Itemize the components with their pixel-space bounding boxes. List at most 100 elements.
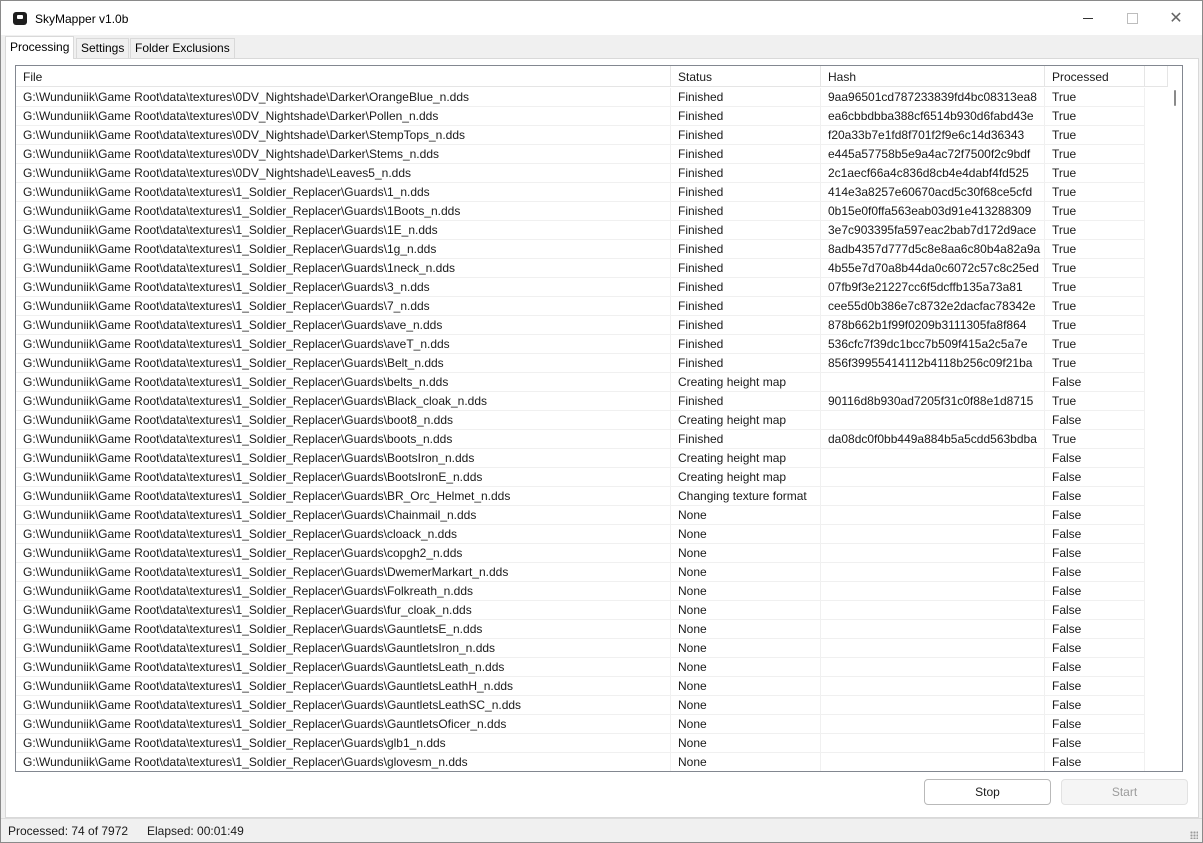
file-cell: G:\Wunduniik\Game Root\data\textures\0DV… [16, 145, 671, 164]
table-row[interactable]: G:\Wunduniik\Game Root\data\textures\1_S… [16, 468, 1168, 487]
table-row[interactable]: G:\Wunduniik\Game Root\data\textures\1_S… [16, 658, 1168, 677]
processed-cell: False [1045, 487, 1145, 506]
hash-cell [821, 715, 1045, 734]
tab-folder-exclusions[interactable]: Folder Exclusions [130, 38, 235, 58]
processed-cell: False [1045, 696, 1145, 715]
file-cell: G:\Wunduniik\Game Root\data\textures\1_S… [16, 183, 671, 202]
column-header-status[interactable]: Status [671, 66, 821, 87]
hash-cell: 07fb9f3e21227cc6f5dcffb135a73a81 [821, 278, 1045, 297]
start-button[interactable]: Start [1061, 779, 1188, 805]
column-header-hash[interactable]: Hash [821, 66, 1045, 87]
hash-cell [821, 639, 1045, 658]
table-row[interactable]: G:\Wunduniik\Game Root\data\textures\1_S… [16, 525, 1168, 544]
hash-cell [821, 525, 1045, 544]
table-row[interactable]: G:\Wunduniik\Game Root\data\textures\1_S… [16, 392, 1168, 411]
processed-cell: True [1045, 240, 1145, 259]
table-row[interactable]: G:\Wunduniik\Game Root\data\textures\1_S… [16, 677, 1168, 696]
status-cell: Finished [671, 316, 821, 335]
app-window: SkyMapper v1.0b ✕ Processing Settings Fo… [0, 0, 1203, 843]
table-row[interactable]: G:\Wunduniik\Game Root\data\textures\1_S… [16, 715, 1168, 734]
table-row[interactable]: G:\Wunduniik\Game Root\data\textures\1_S… [16, 487, 1168, 506]
table-row[interactable]: G:\Wunduniik\Game Root\data\textures\1_S… [16, 183, 1168, 202]
processed-cell: False [1045, 658, 1145, 677]
hash-cell [821, 582, 1045, 601]
table-row[interactable]: G:\Wunduniik\Game Root\data\textures\1_S… [16, 582, 1168, 601]
column-header-processed[interactable]: Processed [1045, 66, 1145, 87]
table-row[interactable]: G:\Wunduniik\Game Root\data\textures\1_S… [16, 563, 1168, 582]
processed-cell: False [1045, 449, 1145, 468]
file-cell: G:\Wunduniik\Game Root\data\textures\1_S… [16, 411, 671, 430]
table-row[interactable]: G:\Wunduniik\Game Root\data\textures\1_S… [16, 221, 1168, 240]
file-cell: G:\Wunduniik\Game Root\data\textures\1_S… [16, 221, 671, 240]
status-cell: None [671, 715, 821, 734]
file-cell: G:\Wunduniik\Game Root\data\textures\1_S… [16, 525, 671, 544]
table-row[interactable]: G:\Wunduniik\Game Root\data\textures\1_S… [16, 297, 1168, 316]
hash-cell: 2c1aecf66a4c836d8cb4e4dabf4fd525 [821, 164, 1045, 183]
status-cell: None [671, 658, 821, 677]
processed-cell: True [1045, 316, 1145, 335]
table-row[interactable]: G:\Wunduniik\Game Root\data\textures\0DV… [16, 88, 1168, 107]
stop-button[interactable]: Stop [924, 779, 1051, 805]
file-cell: G:\Wunduniik\Game Root\data\textures\1_S… [16, 620, 671, 639]
scrollbar-thumb[interactable] [1174, 90, 1176, 106]
tab-processing[interactable]: Processing [5, 36, 75, 59]
table-row[interactable]: G:\Wunduniik\Game Root\data\textures\1_S… [16, 373, 1168, 392]
file-cell: G:\Wunduniik\Game Root\data\textures\1_S… [16, 639, 671, 658]
table-row[interactable]: G:\Wunduniik\Game Root\data\textures\1_S… [16, 601, 1168, 620]
processed-cell: True [1045, 392, 1145, 411]
table-row[interactable]: G:\Wunduniik\Game Root\data\textures\1_S… [16, 639, 1168, 658]
minimize-icon [1083, 17, 1093, 19]
table-row[interactable]: G:\Wunduniik\Game Root\data\textures\1_S… [16, 696, 1168, 715]
status-cell: None [671, 563, 821, 582]
file-cell: G:\Wunduniik\Game Root\data\textures\1_S… [16, 373, 671, 392]
table-row[interactable]: G:\Wunduniik\Game Root\data\textures\1_S… [16, 335, 1168, 354]
close-button[interactable]: ✕ [1153, 1, 1199, 35]
table-row[interactable]: G:\Wunduniik\Game Root\data\textures\1_S… [16, 734, 1168, 753]
table-row[interactable]: G:\Wunduniik\Game Root\data\textures\1_S… [16, 278, 1168, 297]
file-cell: G:\Wunduniik\Game Root\data\textures\1_S… [16, 202, 671, 221]
table-row[interactable]: G:\Wunduniik\Game Root\data\textures\1_S… [16, 316, 1168, 335]
column-header-filler [1145, 66, 1168, 87]
table-row[interactable]: G:\Wunduniik\Game Root\data\textures\1_S… [16, 430, 1168, 449]
processed-cell: False [1045, 601, 1145, 620]
processed-cell: False [1045, 563, 1145, 582]
table-row[interactable]: G:\Wunduniik\Game Root\data\textures\0DV… [16, 107, 1168, 126]
maximize-button[interactable] [1109, 1, 1155, 35]
table-row[interactable]: G:\Wunduniik\Game Root\data\textures\0DV… [16, 164, 1168, 183]
table-row[interactable]: G:\Wunduniik\Game Root\data\textures\1_S… [16, 354, 1168, 373]
table-row[interactable]: G:\Wunduniik\Game Root\data\textures\1_S… [16, 506, 1168, 525]
table-row[interactable]: G:\Wunduniik\Game Root\data\textures\1_S… [16, 449, 1168, 468]
table-row[interactable]: G:\Wunduniik\Game Root\data\textures\0DV… [16, 126, 1168, 145]
table-row[interactable]: G:\Wunduniik\Game Root\data\textures\1_S… [16, 202, 1168, 221]
hash-cell [821, 449, 1045, 468]
table-row[interactable]: G:\Wunduniik\Game Root\data\textures\1_S… [16, 259, 1168, 278]
tab-settings[interactable]: Settings [76, 38, 130, 58]
hash-cell: 414e3a8257e60670acd5c30f68ce5cfd [821, 183, 1045, 202]
file-grid[interactable]: File Status Hash Processed G:\Wunduniik\… [15, 65, 1183, 772]
file-cell: G:\Wunduniik\Game Root\data\textures\1_S… [16, 487, 671, 506]
vertical-scrollbar[interactable] [1168, 66, 1182, 771]
file-cell: G:\Wunduniik\Game Root\data\textures\1_S… [16, 430, 671, 449]
file-cell: G:\Wunduniik\Game Root\data\textures\1_S… [16, 316, 671, 335]
processed-cell: True [1045, 126, 1145, 145]
file-cell: G:\Wunduniik\Game Root\data\textures\1_S… [16, 734, 671, 753]
grid-header: File Status Hash Processed [16, 66, 1182, 88]
column-header-file[interactable]: File [16, 66, 671, 87]
hash-cell [821, 468, 1045, 487]
table-row[interactable]: G:\Wunduniik\Game Root\data\textures\1_S… [16, 411, 1168, 430]
table-row[interactable]: G:\Wunduniik\Game Root\data\textures\1_S… [16, 753, 1168, 771]
file-cell: G:\Wunduniik\Game Root\data\textures\1_S… [16, 658, 671, 677]
resize-grip-icon[interactable] [1190, 831, 1198, 839]
table-row[interactable]: G:\Wunduniik\Game Root\data\textures\1_S… [16, 240, 1168, 259]
table-row[interactable]: G:\Wunduniik\Game Root\data\textures\1_S… [16, 620, 1168, 639]
status-cell: None [671, 601, 821, 620]
window-title: SkyMapper v1.0b [35, 12, 129, 26]
status-cell: None [671, 734, 821, 753]
file-cell: G:\Wunduniik\Game Root\data\textures\1_S… [16, 582, 671, 601]
minimize-button[interactable] [1065, 1, 1111, 35]
table-row[interactable]: G:\Wunduniik\Game Root\data\textures\1_S… [16, 544, 1168, 563]
table-row[interactable]: G:\Wunduniik\Game Root\data\textures\0DV… [16, 145, 1168, 164]
title-bar[interactable]: SkyMapper v1.0b ✕ [1, 1, 1202, 35]
status-cell: None [671, 677, 821, 696]
status-cell: None [671, 544, 821, 563]
